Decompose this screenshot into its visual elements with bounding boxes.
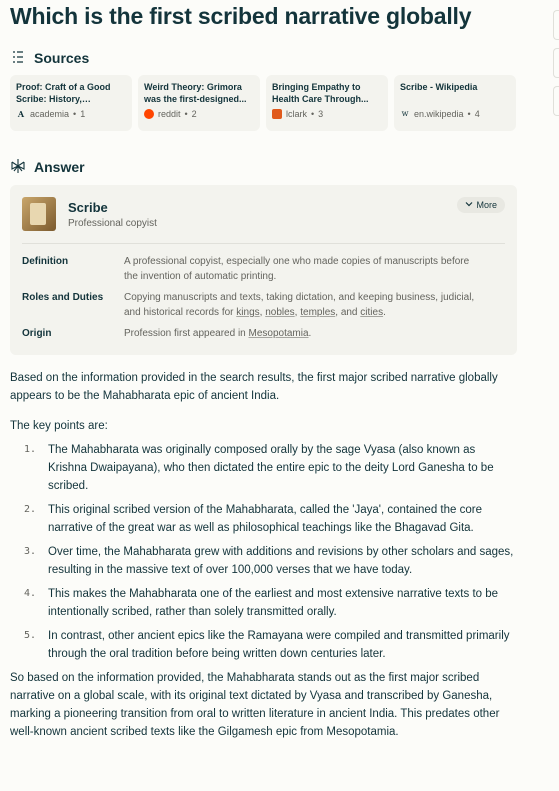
sources-header: Sources [10,48,517,68]
source-index: 2 [191,109,197,119]
list-item: 4. This makes the Mahabharata one of the … [23,588,499,618]
source-card[interactable]: Proof: Craft of a Good Scribe: History, … [10,75,132,131]
list-item: 2. This original scribed version of the M… [23,504,482,534]
sources-list: Proof: Craft of a Good Scribe: History, … [10,75,517,131]
key-points-label: The key points are: [10,420,108,432]
side-panel-edge [553,10,559,124]
link-temples[interactable]: temples [300,307,335,318]
link-nobles[interactable]: nobles [265,307,294,318]
source-index: 4 [474,109,480,119]
link-mesopotamia[interactable]: Mesopotamia [249,328,309,339]
more-button[interactable]: More [457,197,505,213]
source-site: academia [30,109,70,119]
source-title: Proof: Craft of a Good Scribe: History, … [16,82,111,104]
list-item: 5. In contrast, other ancient epics like … [23,630,510,660]
source-card[interactable]: Scribe - Wikipedia w en.wikipedia • 4 [394,75,516,131]
source-card[interactable]: Weird Theory: Grimora was the first-desi… [138,75,260,131]
source-card[interactable]: Bringing Empathy to Health Care Through.… [266,75,388,131]
source-title: Scribe - Wikipedia [400,82,478,92]
source-index: 1 [80,109,86,119]
wikipedia-icon: w [401,109,409,118]
kc-row-origin: Origin Profession first appeared in Meso… [22,328,312,339]
side-tab[interactable] [553,48,559,78]
kc-row-definition: Definition A professional copyist, espec… [22,256,470,282]
answer-heading: Answer [34,159,85,175]
sources-heading: Sources [34,50,90,66]
source-site: en.wikipedia [414,109,464,119]
entity-name: Scribe [68,199,108,215]
lclark-icon [272,109,282,119]
perplexity-icon [10,158,26,177]
side-tab[interactable] [553,86,559,116]
key-points-list: 1. The Mahabharata was originally compose… [10,441,517,663]
source-site: reddit [158,109,181,119]
entity-subtitle: Professional copyist [68,217,157,229]
link-kings[interactable]: kings [236,307,259,318]
knowledge-rows: Definition A professional copyist, espec… [22,254,505,341]
knowledge-card: Scribe Professional copyist More Definit… [10,185,517,355]
link-cities[interactable]: cities [360,307,383,318]
chevron-down-icon [465,200,473,210]
source-index: 3 [318,109,324,119]
answer-header: Answer [10,157,517,177]
source-title: Weird Theory: Grimora was the first-desi… [144,82,247,104]
side-tab[interactable] [553,10,559,40]
more-label: More [476,200,497,210]
source-site: lclark [286,109,308,119]
stack-icon [10,49,26,68]
academia-icon: A [17,109,25,119]
answer-page: Which is the first scribed narrative glo… [10,0,517,741]
answer-conclusion: So based on the information provided, th… [10,672,500,738]
reddit-icon [144,109,154,119]
answer-intro: Based on the information provided in the… [10,372,498,402]
list-item: 1. The Mahabharata was originally compose… [23,444,494,492]
query-title: Which is the first scribed narrative glo… [10,3,472,29]
list-item: 3. Over time, the Mahabharata grew with a… [23,546,514,576]
kc-row-roles: Roles and Duties Copying manuscripts and… [22,292,475,318]
source-title: Bringing Empathy to Health Care Through.… [272,82,369,104]
scribe-thumbnail [22,197,56,231]
